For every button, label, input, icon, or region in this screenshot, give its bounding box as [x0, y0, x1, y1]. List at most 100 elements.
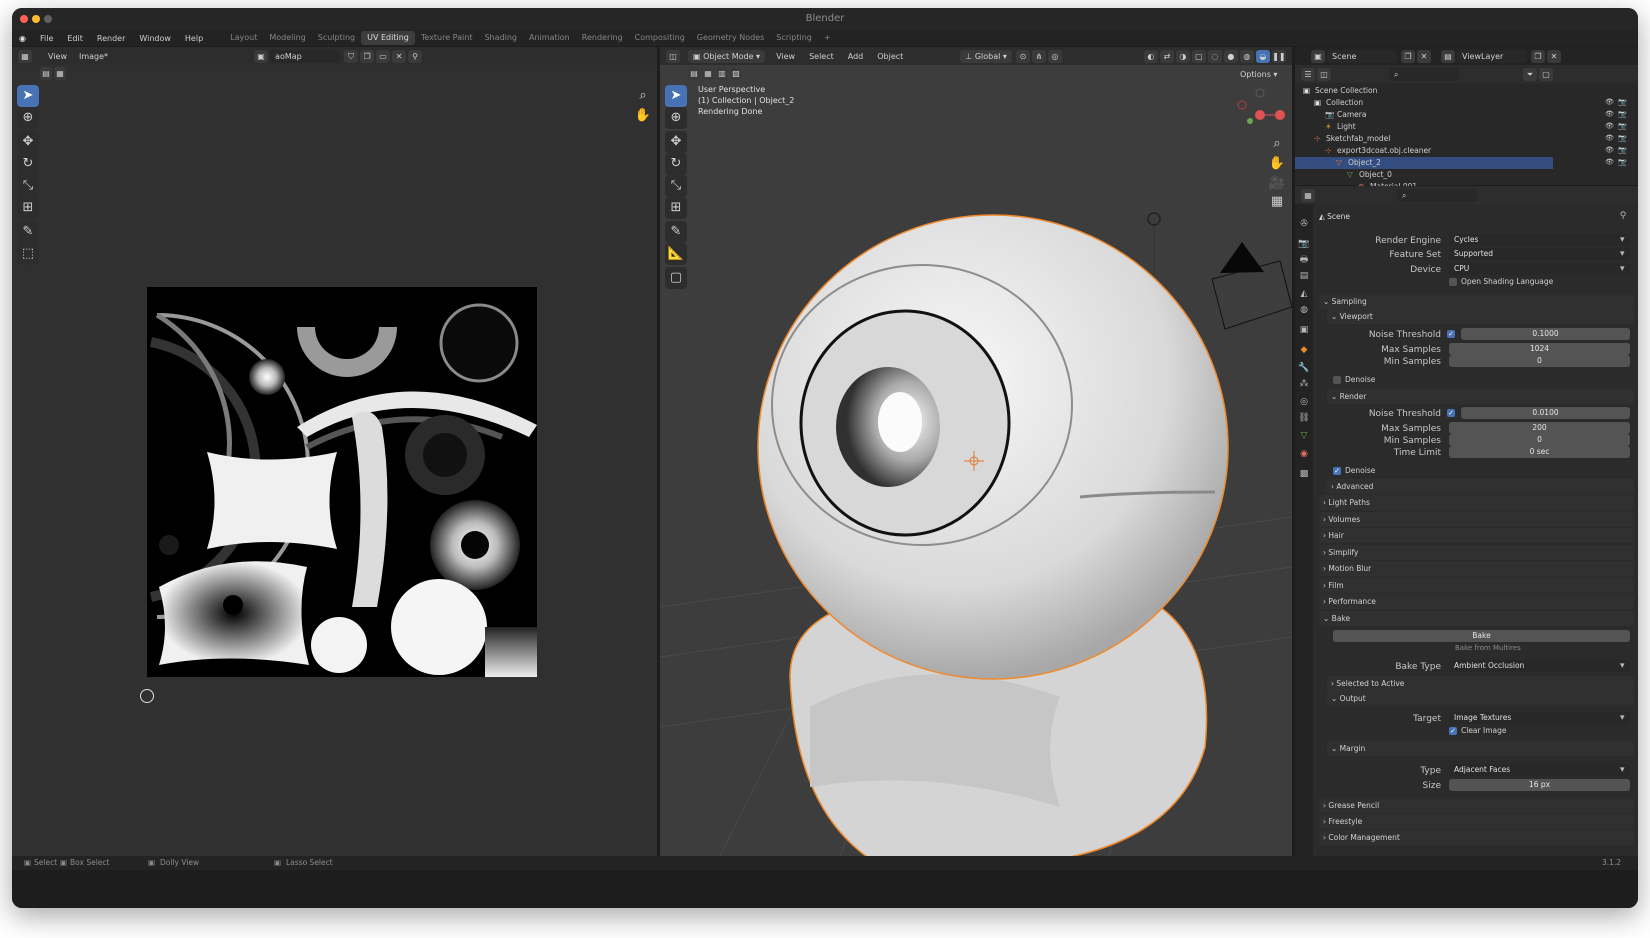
sampling-panel[interactable]: ⌄ Sampling — [1319, 294, 1634, 309]
measure-tool-icon[interactable]: 📐 — [665, 243, 687, 265]
bake-panel[interactable]: ⌄ Bake — [1319, 611, 1634, 626]
3d-rotate-tool-icon[interactable]: ↻ — [665, 153, 687, 175]
eye-icon[interactable]: 👁 — [1605, 122, 1614, 130]
uv-view-menu[interactable]: View — [42, 52, 73, 61]
new-view-layer-icon[interactable]: ❐ — [1531, 49, 1545, 63]
fake-user-shield-icon[interactable]: ⛉ — [344, 49, 359, 63]
move-tool-icon[interactable]: ✥ — [17, 131, 39, 153]
scene-selector[interactable]: Scene — [1327, 49, 1397, 63]
workspace-tab-rendering[interactable]: Rendering — [576, 31, 629, 45]
menu-help[interactable]: Help — [178, 34, 210, 43]
workspace-tab-scripting[interactable]: Scripting — [770, 31, 818, 45]
3d-scale-tool-icon[interactable]: ⤡ — [665, 175, 687, 197]
workspace-tab-uv-editing[interactable]: UV Editing — [361, 31, 415, 45]
open-shading-language-checkbox[interactable] — [1449, 278, 1457, 286]
viewport-pan-icon[interactable]: ✋ — [1266, 153, 1288, 175]
tweak-tool-icon[interactable]: ➤ — [17, 85, 39, 107]
image-browse-icon[interactable]: ▣ — [254, 49, 269, 63]
close-window-icon[interactable] — [20, 15, 28, 23]
render-time-limit-field[interactable]: 0 sec — [1449, 446, 1630, 458]
camera-visibility-icon[interactable]: 📷 — [1618, 146, 1627, 154]
camera-visibility-icon[interactable]: 📷 — [1618, 98, 1627, 106]
3d-cursor-tool-icon[interactable]: ⊕ — [665, 107, 687, 129]
sampling-viewport-subpanel[interactable]: ⌄ Viewport — [1327, 309, 1634, 324]
cursor-tool-icon[interactable]: ⊕ — [17, 107, 39, 129]
ao-map-texture[interactable] — [147, 287, 537, 677]
outliner-row[interactable]: ⊹ Sketchfab_model 👁 📷 — [1295, 133, 1627, 145]
outliner-row[interactable]: ▽ Object_2 👁 📷 — [1295, 157, 1627, 169]
scale-tool-icon[interactable]: ⤡ — [17, 175, 39, 197]
duplicate-image-icon[interactable]: ❐ — [360, 49, 375, 63]
editor-type-icon[interactable]: ▦ — [18, 49, 32, 63]
outliner-row[interactable]: ▣ Collection 👁 📷 — [1295, 97, 1627, 109]
outliner-row[interactable]: ⊹ export3dcoat.obj.cleaner 👁 📷 — [1295, 145, 1627, 157]
transform-tool-icon[interactable]: ⊞ — [17, 197, 39, 219]
panel-hair[interactable]: › Hair — [1319, 528, 1634, 543]
viewport-noise-threshold-checkbox[interactable]: ✓ — [1447, 330, 1455, 338]
eye-icon[interactable]: 👁 — [1605, 146, 1614, 154]
view-layer-selector[interactable]: ViewLayer — [1457, 49, 1527, 63]
render-max-samples-field[interactable]: 200 — [1449, 422, 1630, 434]
render-noise-threshold-checkbox[interactable]: ✓ — [1447, 409, 1455, 417]
bake-output-subpanel[interactable]: ⌄ Output — [1327, 691, 1634, 706]
margin-type-field[interactable]: Adjacent Faces — [1449, 764, 1630, 776]
outliner-row[interactable]: 📷 Camera 👁 📷 — [1295, 109, 1627, 121]
unlink-image-icon[interactable]: ✕ — [392, 49, 407, 63]
zoom-window-icon[interactable] — [44, 15, 52, 23]
workspace-tab-animation[interactable]: Animation — [523, 31, 576, 45]
3d-annotate-tool-icon[interactable]: ✎ — [665, 221, 687, 243]
new-scene-icon[interactable]: ❐ — [1401, 49, 1415, 63]
uv-image-menu[interactable]: Image* — [73, 52, 114, 61]
feature-set-field[interactable]: Supported — [1449, 248, 1630, 260]
uv-sync-selection-icon[interactable]: ▤ — [40, 67, 52, 80]
render-noise-threshold-field[interactable]: 0.0100 — [1461, 407, 1630, 419]
menu-file[interactable]: File — [33, 34, 60, 43]
camera-visibility-icon[interactable]: 📷 — [1618, 122, 1627, 130]
outliner-row[interactable]: ▣ Scene Collection — [1295, 85, 1553, 97]
uv-2d-cursor-icon[interactable] — [140, 689, 154, 703]
eye-icon[interactable]: 👁 — [1605, 110, 1614, 118]
bake-margin-subpanel[interactable]: ⌄ Margin — [1327, 741, 1634, 756]
workspace-tab-modeling[interactable]: Modeling — [263, 31, 311, 45]
workspace-tab-sculpting[interactable]: Sculpting — [312, 31, 361, 45]
3d-viewport[interactable]: ◫ ▣ Object Mode ▾ View Select Add Object… — [660, 47, 1292, 856]
view-layer-browse-icon[interactable]: ▤ — [1441, 49, 1455, 63]
outliner-search-field[interactable]: ⌕ — [1389, 67, 1459, 81]
panel-performance[interactable]: › Performance — [1319, 594, 1634, 609]
sampling-render-subpanel[interactable]: ⌄ Render — [1327, 389, 1634, 404]
viewport-min-samples-field[interactable]: 0 — [1449, 355, 1630, 367]
delete-scene-icon[interactable]: ✕ — [1417, 49, 1431, 63]
annotate-tool-icon[interactable]: ✎ — [17, 221, 39, 243]
camera-visibility-icon[interactable]: 📷 — [1618, 110, 1627, 118]
image-name-field[interactable]: aoMap — [270, 49, 341, 63]
perspective-toggle-icon[interactable]: ▦ — [1266, 191, 1288, 213]
panel-grease-pencil[interactable]: › Grease Pencil — [1319, 798, 1634, 813]
panel-volumes[interactable]: › Volumes — [1319, 511, 1634, 527]
workspace-tab-compositing[interactable]: Compositing — [629, 31, 691, 45]
open-image-folder-icon[interactable]: ▭ — [376, 49, 391, 63]
scene-browse-icon[interactable]: ▣ — [1311, 49, 1325, 63]
eye-icon[interactable]: 👁 — [1605, 134, 1614, 142]
bake-target-field[interactable]: Image Textures — [1449, 712, 1630, 724]
new-collection-icon[interactable]: ▢ — [1539, 67, 1553, 81]
add-cube-tool-icon[interactable]: ▢ — [665, 267, 687, 289]
eye-icon[interactable]: 👁 — [1605, 98, 1614, 106]
viewport-denoise-checkbox[interactable] — [1333, 376, 1341, 384]
bake-button[interactable]: Bake — [1333, 630, 1630, 642]
3d-move-tool-icon[interactable]: ✥ — [665, 131, 687, 153]
panel-motion-blur[interactable]: › Motion Blur — [1319, 561, 1634, 576]
bake-type-field[interactable]: Ambient Occlusion — [1449, 660, 1630, 672]
panel-simplify[interactable]: › Simplify — [1319, 544, 1634, 560]
select-box-tool-icon[interactable]: ➤ — [665, 85, 687, 107]
workspace-tab-shading[interactable]: Shading — [478, 31, 523, 45]
minimize-window-icon[interactable] — [32, 15, 40, 23]
selected-to-active-subpanel[interactable]: › Selected to Active — [1327, 676, 1634, 691]
pan-view-icon[interactable]: ✋ — [632, 105, 654, 127]
outliner-row[interactable]: ▽ Object_0 — [1295, 169, 1553, 181]
render-engine-field[interactable]: Cycles — [1449, 234, 1630, 246]
workspace-tab-geometry-nodes[interactable]: Geometry Nodes — [691, 31, 770, 45]
zoom-view-icon[interactable]: ⌕ — [632, 85, 654, 107]
panel-film[interactable]: › Film — [1319, 577, 1634, 593]
viewport-zoom-icon[interactable]: ⌕ — [1266, 133, 1288, 155]
viewport-max-samples-field[interactable]: 1024 — [1449, 343, 1630, 355]
